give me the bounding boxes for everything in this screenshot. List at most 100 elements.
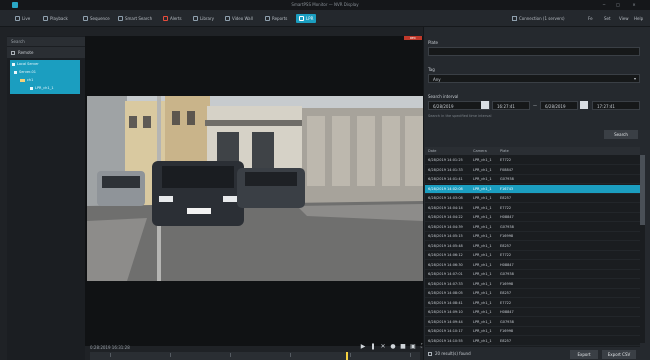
table-row[interactable]: 6/28/2019 14:06:12 LPR_ch1_1 E7722 [425, 251, 640, 260]
timeline-tick [230, 353, 231, 357]
interval-hint: Search in the specified time interval [428, 114, 492, 118]
alerts-icon [163, 16, 168, 21]
search-button[interactable]: Search [604, 130, 638, 139]
tab-reports[interactable]: Reports [262, 14, 290, 23]
table-row[interactable]: 6/28/2019 14:09:10 LPR_ch1_1 H08847 [425, 308, 640, 317]
video-frame[interactable] [87, 96, 423, 281]
cell-plate: E7722 [500, 253, 512, 257]
timeline-tick [170, 353, 171, 357]
tree-item-local-server[interactable]: Local Server [12, 62, 39, 66]
timeline-scrubber[interactable] [90, 352, 420, 360]
table-row[interactable]: 6/28/2019 14:10:55 LPR_ch1_1 E8257 [425, 337, 640, 346]
tree-item-channel[interactable]: ch1 [20, 78, 33, 82]
cell-camera: LPR_ch1_1 [473, 291, 492, 295]
cell-camera: LPR_ch1_1 [473, 186, 492, 191]
cell-date: 6/28/2019 14:04:39 [428, 224, 463, 229]
menu-fe[interactable]: Fe [588, 14, 593, 23]
export-csv-button[interactable]: Export CSV [602, 350, 636, 359]
table-row[interactable]: 6/28/2019 14:05:15 LPR_ch1_1 F16998 [425, 232, 640, 241]
app-logo-icon [12, 2, 18, 8]
search-header[interactable]: Search [7, 37, 85, 46]
export-button[interactable]: Export [570, 350, 598, 359]
table-row[interactable]: 6/28/2019 14:02:08 LPR_ch1_1 F16743 [425, 184, 640, 194]
menu-view[interactable]: View [619, 14, 629, 23]
server-icon [12, 62, 15, 66]
cell-camera: LPR_ch1_1 [473, 329, 492, 333]
menu-help[interactable]: Help [634, 14, 643, 23]
cell-plate: E7722 [500, 158, 512, 162]
results-scrollbar-thumb[interactable] [640, 155, 645, 225]
cell-date: 6/28/2019 14:07:01 [428, 272, 463, 276]
remote-section-header[interactable]: Remote [7, 47, 85, 58]
tab-library[interactable]: Library [190, 14, 217, 23]
table-row[interactable]: 6/28/2019 14:07:01 LPR_ch1_1 G07938 [425, 270, 640, 279]
tab-live[interactable]: Live [12, 14, 33, 23]
menu-settings[interactable]: Set [604, 14, 611, 23]
calendar-icon[interactable] [580, 101, 588, 109]
table-row[interactable]: 6/28/2019 14:04:14 LPR_ch1_1 E7722 [425, 204, 640, 213]
tree-item-server[interactable]: Server-01 [14, 70, 36, 74]
cell-plate: H08847 [500, 262, 514, 267]
table-row[interactable]: 6/28/2019 14:04:22 LPR_ch1_1 H08847 [425, 213, 640, 222]
snapshot-icon[interactable]: ■ [400, 344, 406, 350]
cell-date: 6/28/2019 14:09:44 [428, 319, 463, 324]
table-row[interactable]: 6/28/2019 14:08:41 LPR_ch1_1 E7722 [425, 299, 640, 308]
camera-icon [30, 86, 33, 90]
connection-status[interactable]: Connection (1 servers) [512, 14, 565, 23]
tab-sequence[interactable]: Sequence [80, 14, 113, 23]
select-all-checkbox[interactable] [428, 351, 432, 356]
cell-plate: G07938 [500, 224, 514, 229]
table-row[interactable]: 6/28/2019 14:07:33 LPR_ch1_1 F16998 [425, 280, 640, 289]
stop-icon[interactable]: ✕ [380, 344, 386, 350]
cell-plate: F16743 [500, 186, 514, 191]
table-row[interactable]: 6/28/2019 14:05:48 LPR_ch1_1 E8257 [425, 242, 640, 251]
tree-item-camera[interactable]: LPR_ch1_1 [30, 86, 54, 90]
column-plate[interactable]: Plate [500, 149, 509, 153]
lpr-icon [299, 16, 304, 21]
table-row[interactable]: 6/28/2019 14:04:39 LPR_ch1_1 G07938 [425, 223, 640, 232]
plate-input[interactable] [428, 47, 640, 56]
cell-plate: F16998 [500, 234, 514, 238]
maximize-button[interactable]: □ [614, 2, 622, 8]
cell-plate: E7722 [500, 300, 512, 305]
cell-camera: LPR_ch1_1 [473, 253, 492, 257]
table-row[interactable]: 6/28/2019 14:09:44 LPR_ch1_1 G07938 [425, 318, 640, 327]
table-row[interactable]: 6/28/2019 14:03:08 LPR_ch1_1 E8257 [425, 194, 640, 203]
tab-smart-search[interactable]: Smart Search [115, 14, 155, 23]
cell-camera: LPR_ch1_1 [473, 205, 492, 210]
tab-alerts[interactable]: Alerts [160, 14, 185, 23]
cell-plate: E8257 [500, 338, 512, 343]
table-row[interactable]: 6/28/2019 14:01:41 LPR_ch1_1 G07938 [425, 175, 640, 184]
date-to-input[interactable]: 6/28/2019 [540, 101, 578, 110]
table-row[interactable]: 6/28/2019 14:01:33 LPR_ch1_1 F08847 [425, 166, 640, 175]
close-button[interactable]: × [630, 2, 638, 8]
tab-video-wall[interactable]: Video Wall [222, 14, 256, 23]
record-icon[interactable]: ● [390, 344, 396, 350]
column-camera[interactable]: Camera [473, 149, 487, 153]
cell-plate: G07938 [500, 177, 514, 181]
time-from-input[interactable]: 16:27:41 [492, 101, 530, 110]
tag-label: Tag [428, 67, 435, 72]
main-toolbar: Live Playback Sequence Smart Search Aler… [0, 10, 650, 27]
column-date[interactable]: Date [428, 149, 436, 153]
table-row[interactable]: 6/28/2019 14:08:05 LPR_ch1_1 E8257 [425, 289, 640, 298]
table-row[interactable]: 6/28/2019 14:10:17 LPR_ch1_1 F16998 [425, 327, 640, 336]
calendar-icon[interactable] [481, 101, 489, 109]
device-tree[interactable]: Local Server Server-01 ch1 LPR_ch1_1 [10, 60, 80, 94]
pause-icon[interactable]: ❚ [370, 344, 376, 350]
tag-select[interactable]: Any ▾ [428, 74, 640, 83]
cell-date: 6/28/2019 14:09:10 [428, 310, 463, 314]
tab-playback[interactable]: Playback [40, 14, 71, 23]
minimize-button[interactable]: − [600, 2, 608, 8]
cell-camera: LPR_ch1_1 [473, 262, 492, 267]
cell-camera: LPR_ch1_1 [473, 234, 492, 238]
timeline-cursor[interactable] [346, 352, 348, 360]
play-icon[interactable]: ▶ [360, 344, 366, 350]
timeline-tick [110, 353, 111, 357]
tab-lpr[interactable]: LPR [296, 14, 317, 23]
table-row[interactable]: 6/28/2019 14:01:25 LPR_ch1_1 E7722 [425, 156, 640, 165]
time-to-input[interactable]: 17:27:41 [592, 101, 640, 110]
cell-camera: LPR_ch1_1 [473, 300, 492, 305]
table-row[interactable]: 6/28/2019 14:06:30 LPR_ch1_1 H08847 [425, 261, 640, 270]
export-clip-icon[interactable]: ▣ [410, 344, 416, 350]
